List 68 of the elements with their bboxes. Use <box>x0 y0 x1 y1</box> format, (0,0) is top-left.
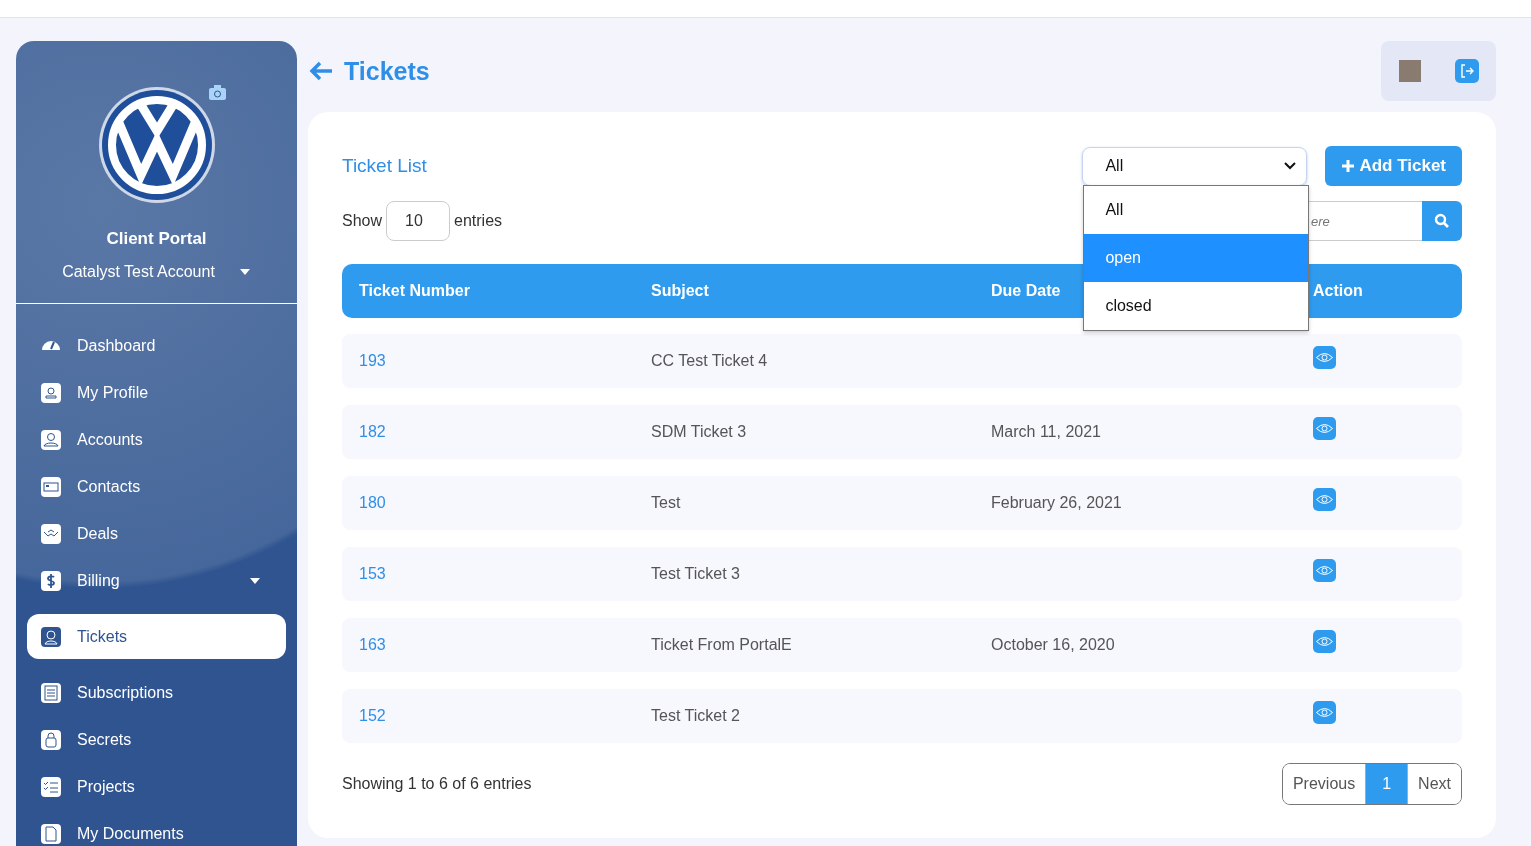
view-eye-icon[interactable] <box>1313 417 1336 440</box>
checklist-icon <box>39 774 63 799</box>
sidebar-item[interactable]: Contacts <box>27 463 286 510</box>
subject-cell-text: Test Ticket 3 <box>651 565 741 583</box>
account-name[interactable]: Catalyst Test Account <box>62 263 215 281</box>
subject-cell-text: Test <box>651 494 682 512</box>
subject-cell-text: Test Ticket 2 <box>651 707 741 725</box>
card-icon <box>39 474 63 499</box>
person-icon <box>39 427 63 452</box>
subject-cell-text: Ticket From PortalE <box>651 636 793 654</box>
view-eye-icon[interactable] <box>1313 559 1336 582</box>
camera-icon[interactable] <box>209 85 226 100</box>
handshake-icon <box>39 521 63 546</box>
pagination-button[interactable]: 1 <box>1365 764 1408 804</box>
document-icon <box>39 680 63 705</box>
entries-label: entries <box>454 212 503 230</box>
plus-icon <box>1341 159 1356 173</box>
caret-icon[interactable] <box>249 576 261 585</box>
column-header: Action <box>1313 282 1364 300</box>
profile-icon <box>39 380 63 405</box>
column-header: Subject <box>651 282 710 300</box>
due-date-cell: March 11, 2021 <box>991 423 1101 440</box>
dropdown-option[interactable]: open <box>1084 234 1309 282</box>
ticket-number-link[interactable]: 163 <box>359 636 651 654</box>
column-header: Ticket Number <box>359 282 471 300</box>
due-date-cell: February 26, 2021 <box>991 494 1122 511</box>
ticket-number-link[interactable]: 152 <box>359 707 651 725</box>
page-title: Tickets <box>344 56 430 86</box>
sidebar-item[interactable]: Projects <box>27 763 286 810</box>
card-title: Ticket List <box>342 155 427 177</box>
chevron-icon <box>1284 162 1297 170</box>
subject-cell-text: CC Test Ticket 4 <box>651 352 769 370</box>
sidebar-item[interactable]: Subscriptions <box>27 669 286 716</box>
ticket-number-link[interactable]: 193 <box>359 352 651 370</box>
search-icon <box>1434 213 1450 229</box>
view-eye-icon[interactable] <box>1313 488 1336 511</box>
column-header: Due Date <box>991 282 1062 300</box>
due-date-cell: October 16, 2020 <box>991 636 1115 653</box>
sidebar-item[interactable]: Deals <box>27 510 286 557</box>
ticket-number-link[interactable]: 153 <box>359 565 651 583</box>
back-arrow-icon[interactable] <box>308 60 334 82</box>
portal-title: Client Portal <box>106 229 207 249</box>
add-ticket-button[interactable]: Add Ticket <box>1325 146 1462 186</box>
sidebar-item[interactable]: Dashboard <box>27 322 286 369</box>
show-label: Show <box>342 212 383 230</box>
sidebar-item[interactable]: My Documents <box>27 810 286 846</box>
view-eye-icon[interactable] <box>1313 701 1336 724</box>
ticket-number-link[interactable]: 180 <box>359 494 651 512</box>
ticket-number-link[interactable]: 182 <box>359 423 651 441</box>
pagination-button[interactable]: Next <box>1407 764 1461 804</box>
lock-icon <box>39 727 63 752</box>
view-eye-icon[interactable] <box>1313 630 1336 653</box>
dropdown-option[interactable]: closed <box>1084 282 1309 330</box>
dollar-icon <box>39 568 63 593</box>
entries-summary: Showing 1 to 6 of 6 entries <box>342 775 532 793</box>
sidebar-item[interactable]: My Profile <box>27 369 286 416</box>
page-size-field[interactable]: 10 <box>386 201 451 241</box>
subject-cell-text: SDM Ticket 3 <box>651 423 748 441</box>
caret-icon <box>238 268 251 276</box>
logout-icon[interactable] <box>1455 59 1479 83</box>
sidebar-item[interactable]: Secrets <box>27 716 286 763</box>
search-button[interactable] <box>1422 201 1462 241</box>
sidebar-item[interactable]: Accounts <box>27 416 286 463</box>
file-icon <box>39 821 63 846</box>
headset-icon <box>39 624 63 649</box>
sidebar-item[interactable]: Billing <box>27 557 286 604</box>
sidebar-item[interactable]: Tickets <box>27 614 286 659</box>
view-eye-icon[interactable] <box>1313 346 1336 369</box>
